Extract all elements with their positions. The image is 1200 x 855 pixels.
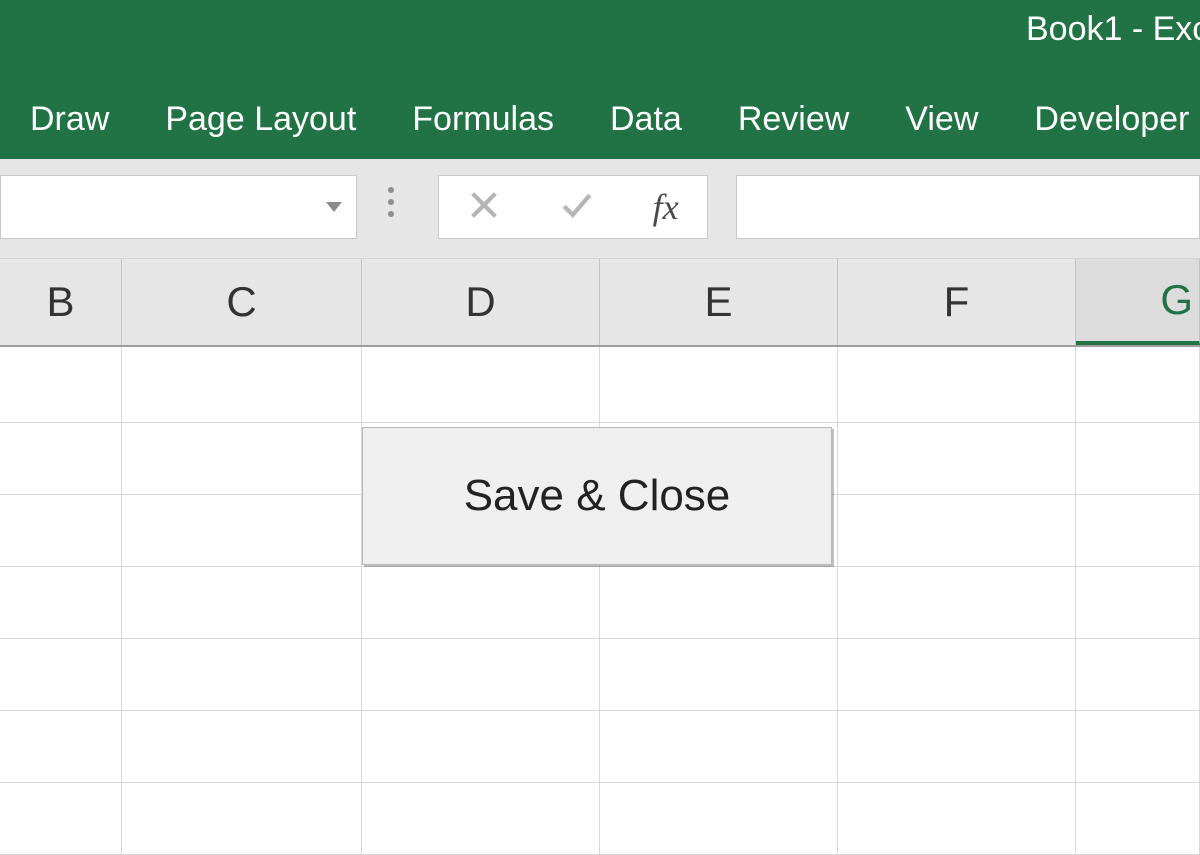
- drag-handle-icon[interactable]: [388, 187, 394, 217]
- name-box[interactable]: [0, 175, 357, 239]
- cell[interactable]: [1076, 639, 1200, 711]
- cell[interactable]: [838, 639, 1076, 711]
- cell[interactable]: [600, 567, 838, 639]
- tab-review[interactable]: Review: [738, 100, 849, 139]
- formula-bar-row: fx: [0, 159, 1200, 259]
- cell[interactable]: [122, 495, 362, 567]
- cell[interactable]: [0, 347, 122, 423]
- cell[interactable]: [600, 347, 838, 423]
- cell[interactable]: [122, 639, 362, 711]
- ribbon-tabs: Draw Page Layout Formulas Data Review Vi…: [0, 80, 1200, 159]
- column-header-b[interactable]: B: [0, 259, 122, 345]
- tab-developer[interactable]: Developer: [1034, 100, 1189, 139]
- cell[interactable]: [122, 347, 362, 423]
- formula-controls: fx: [438, 175, 708, 239]
- cell[interactable]: [1076, 347, 1200, 423]
- cell[interactable]: [362, 567, 600, 639]
- column-header-g[interactable]: G: [1076, 259, 1200, 345]
- cell[interactable]: [0, 495, 122, 567]
- cell[interactable]: [362, 783, 600, 855]
- enter-formula-icon[interactable]: [558, 188, 596, 227]
- cell[interactable]: [600, 639, 838, 711]
- cell[interactable]: [362, 347, 600, 423]
- column-headers: B C D E F G: [0, 259, 1200, 347]
- cell[interactable]: [838, 347, 1076, 423]
- cell[interactable]: [600, 711, 838, 783]
- cell[interactable]: [1076, 423, 1200, 495]
- worksheet-grid[interactable]: [0, 347, 1200, 855]
- cell[interactable]: [0, 423, 122, 495]
- cell[interactable]: [0, 639, 122, 711]
- cell[interactable]: [1076, 495, 1200, 567]
- insert-function-button[interactable]: fx: [653, 186, 679, 228]
- dropdown-arrow-icon: [324, 200, 344, 214]
- cell[interactable]: [600, 783, 838, 855]
- tab-draw[interactable]: Draw: [30, 100, 109, 139]
- cell[interactable]: [122, 783, 362, 855]
- cell[interactable]: [838, 423, 1076, 495]
- column-header-c[interactable]: C: [122, 259, 362, 345]
- cell[interactable]: [838, 495, 1076, 567]
- tab-formulas[interactable]: Formulas: [412, 100, 554, 139]
- title-bar: Book1 - Exc: [0, 0, 1200, 80]
- tab-view[interactable]: View: [905, 100, 978, 139]
- cell[interactable]: [838, 783, 1076, 855]
- cell[interactable]: [362, 711, 600, 783]
- save-close-button[interactable]: Save & Close: [362, 427, 832, 565]
- cell[interactable]: [122, 423, 362, 495]
- cell[interactable]: [0, 567, 122, 639]
- column-header-f[interactable]: F: [838, 259, 1076, 345]
- cell[interactable]: [838, 567, 1076, 639]
- formula-input[interactable]: [736, 175, 1200, 239]
- cell[interactable]: [122, 711, 362, 783]
- cell[interactable]: [122, 567, 362, 639]
- column-header-d[interactable]: D: [362, 259, 600, 345]
- cell[interactable]: [0, 783, 122, 855]
- cell[interactable]: [1076, 783, 1200, 855]
- cell[interactable]: [1076, 711, 1200, 783]
- window-title: Book1 - Exc: [1026, 10, 1200, 49]
- save-close-label: Save & Close: [464, 471, 731, 521]
- tab-page-layout[interactable]: Page Layout: [165, 100, 356, 139]
- cell[interactable]: [1076, 567, 1200, 639]
- tab-data[interactable]: Data: [610, 100, 682, 139]
- cell[interactable]: [838, 711, 1076, 783]
- column-header-e[interactable]: E: [600, 259, 838, 345]
- cell[interactable]: [0, 711, 122, 783]
- cell[interactable]: [362, 639, 600, 711]
- cancel-formula-icon[interactable]: [467, 188, 501, 227]
